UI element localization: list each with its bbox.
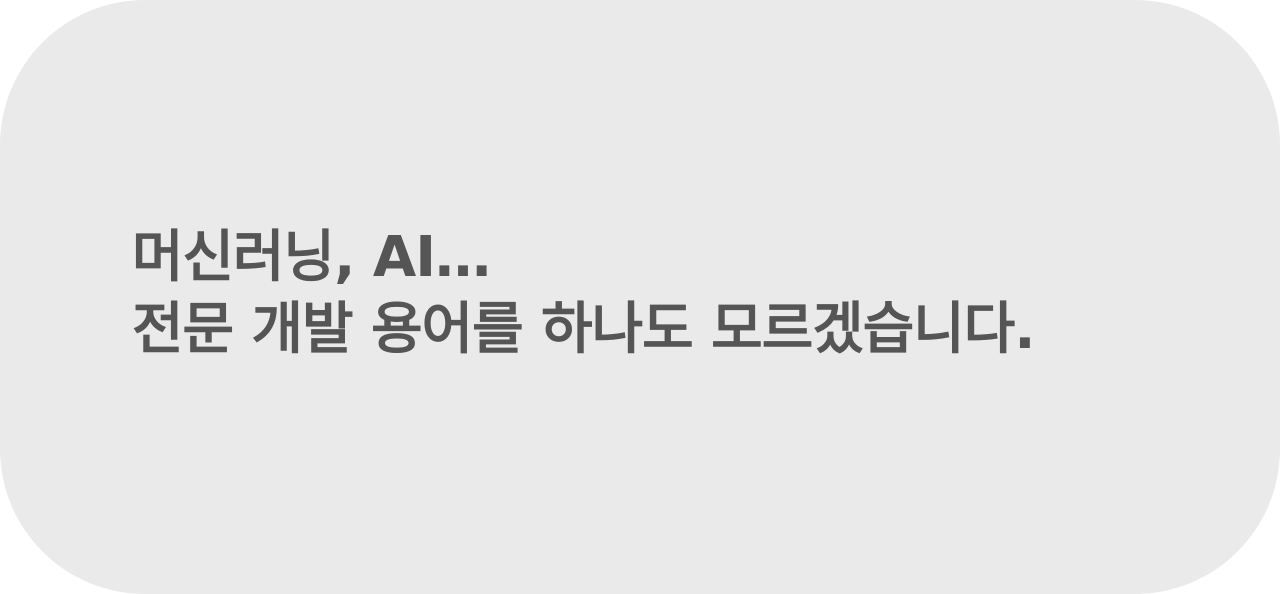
speech-bubble-card: 머신러닝, AI… 전문 개발 용어를 하나도 모르겠습니다. (0, 0, 1280, 594)
message-line-1: 머신러닝, AI… (132, 225, 491, 290)
message-line-2: 전문 개발 용어를 하나도 모르겠습니다. (132, 297, 1036, 362)
message-text: 머신러닝, AI… 전문 개발 용어를 하나도 모르겠습니다. (132, 222, 1036, 366)
